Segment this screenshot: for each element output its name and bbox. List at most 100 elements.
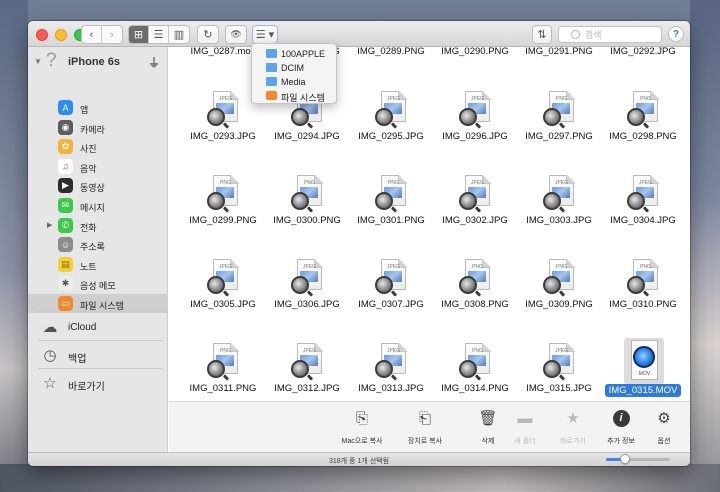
file-item[interactable]: IMG_0290.PNG — [433, 47, 517, 60]
sidebar-item-notes[interactable]: ▤ 노트 — [28, 255, 168, 274]
sidebar-item-contacts[interactable]: ☺ 주소록 — [28, 235, 168, 254]
status-bar: 318개 중 1개 선택됨 — [28, 452, 690, 466]
sidebar-item-messages[interactable]: ✉ 메시지 — [28, 196, 168, 215]
file-item[interactable]: JPEG IMG_0296.JPG — [433, 83, 517, 163]
refresh-button[interactable]: ↻ — [197, 25, 219, 44]
file-item[interactable]: JPEG IMG_0313.JPG — [349, 335, 433, 401]
star-icon: ★ — [566, 410, 580, 427]
file-item[interactable]: JPEG IMG_0307.JPG — [349, 251, 433, 331]
file-type-label: PNG — [640, 264, 651, 270]
gear-button[interactable]: ⚙ 옵션 — [636, 406, 690, 450]
file-item[interactable]: PNG IMG_0298.PNG — [601, 83, 685, 163]
sidebar-item-label: 메시지 — [80, 203, 105, 213]
usb-icon: ⏚ — [148, 56, 161, 70]
file-name: IMG_0301.PNG — [357, 215, 425, 226]
quicklook-button[interactable]: 👁 — [225, 25, 247, 44]
preview-magnifier-icon — [627, 192, 645, 210]
close-window-button[interactable] — [36, 29, 48, 41]
question-mark-icon: ? — [46, 50, 57, 71]
search-placeholder: 검색 — [585, 30, 602, 40]
preview-magnifier-icon — [207, 360, 225, 378]
copy-to-device-icon: ⎗ — [418, 409, 431, 427]
file-item[interactable]: JPEG IMG_0303.JPG — [517, 167, 601, 247]
sidebar-item-app-store[interactable]: A앱 — [28, 98, 168, 117]
file-item[interactable]: IMG_0292.JPG — [601, 47, 685, 60]
desktop-background-right — [690, 0, 720, 492]
list-view-button[interactable]: ☰ — [149, 26, 169, 43]
back-button[interactable]: ‹ — [82, 26, 102, 43]
file-item[interactable]: PNG IMG_0311.PNG — [181, 335, 265, 401]
zoom-slider[interactable] — [606, 454, 670, 464]
file-name-selected: IMG_0315.MOV — [604, 384, 682, 397]
action-label: Mac으로 복사 — [341, 438, 383, 445]
info-icon: i — [611, 408, 631, 428]
file-item[interactable]: PNG IMG_0314.PNG — [433, 335, 517, 401]
disclosure-triangle-icon[interactable]: ▼ — [34, 57, 42, 66]
sidebar-item-videos[interactable]: ▶ 동영상 — [28, 176, 168, 195]
file-item[interactable]: PNG IMG_0308.PNG — [433, 251, 517, 331]
file-type-label: MOV — [638, 371, 651, 377]
dropdown-item[interactable]: 100APPLE — [252, 47, 338, 61]
action-label: 옵션 — [657, 438, 671, 445]
sidebar-item-shortcuts[interactable]: ☆ 바로가기 — [28, 370, 168, 396]
file-item[interactable]: PNG IMG_0299.PNG — [181, 167, 265, 247]
help-button[interactable]: ? — [668, 26, 684, 42]
file-item[interactable]: PNG IMG_0300.PNG — [265, 167, 349, 247]
file-item[interactable]: JPEG IMG_0305.JPG — [181, 251, 265, 331]
file-type-label: JPEG — [386, 264, 401, 270]
sort-button[interactable]: ⇅ — [532, 25, 552, 44]
dropdown-item[interactable]: 파일 시스템 — [252, 89, 338, 103]
file-name: IMG_0293.JPG — [190, 131, 256, 142]
file-item[interactable]: PNG IMG_0297.PNG — [517, 83, 601, 163]
file-type-label: JPEG — [218, 264, 233, 270]
file-item[interactable]: PNG IMG_0309.PNG — [517, 251, 601, 331]
icon-view-button[interactable]: ⊞ — [129, 26, 149, 43]
file-item[interactable]: JPEG IMG_0312.JPG — [265, 335, 349, 401]
file-type-label: JPEG — [638, 180, 653, 186]
sidebar-item-label: 전화 — [80, 222, 97, 233]
preview-magnifier-icon — [459, 360, 477, 378]
folder-icon — [266, 77, 277, 86]
videos-icon: ▶ — [58, 178, 73, 194]
sidebar-item-backup[interactable]: ◷ 백업 — [28, 342, 168, 368]
sidebar-item-camera[interactable]: ◉ 카메라 — [28, 118, 168, 137]
sidebar-item-voice-memo[interactable]: ✱ 음성 메모 — [28, 274, 168, 293]
sidebar-item-icloud[interactable]: ☁ iCloud — [28, 314, 168, 340]
sidebar-item-phone[interactable]: ▶ ✆ 전화 — [28, 216, 168, 235]
forward-button[interactable]: › — [102, 26, 122, 43]
file-item[interactable]: PNG IMG_0301.PNG — [349, 167, 433, 247]
file-item[interactable]: JPEG IMG_0295.JPG — [349, 83, 433, 163]
file-item[interactable]: JPEG IMG_0302.JPG — [433, 167, 517, 247]
folder-icon — [266, 49, 277, 58]
file-item[interactable]: JPEG IMG_0306.JPG — [265, 251, 349, 331]
file-item[interactable]: JPEG IMG_0315.JPG — [517, 335, 601, 401]
dropdown-item[interactable]: Media — [252, 75, 338, 89]
file-item[interactable]: IMG_0289.PNG — [349, 47, 433, 60]
file-type-label: PNG — [304, 180, 315, 186]
dropdown-item[interactable]: DCIM — [252, 61, 338, 75]
column-view-button[interactable]: ▥ — [169, 26, 189, 43]
file-system-icon: ▭ — [58, 296, 73, 311]
sidebar-item-photos[interactable]: ✿ 사진 — [28, 137, 168, 156]
file-name: IMG_0315.MOV — [601, 384, 685, 397]
file-type-label: JPEG — [386, 96, 401, 102]
file-type-label: PNG — [220, 180, 231, 186]
file-item-selected[interactable]: MOV IMG_0315.MOV — [601, 335, 685, 401]
file-type-label: JPEG — [386, 348, 401, 354]
file-item[interactable]: PNG IMG_0310.PNG — [601, 251, 685, 331]
dropdown-item-label: 100APPLE — [281, 49, 326, 59]
minimize-window-button[interactable] — [55, 29, 67, 41]
file-item[interactable]: IMG_0291.PNG — [517, 47, 601, 60]
file-item[interactable]: JPEG IMG_0304.JPG — [601, 167, 685, 247]
sidebar-divider — [38, 368, 163, 369]
action-bar: ⎘ Mac으로 복사 ⎗ 장치로 복사 🗑 삭제 ▬ 새 폴더 ★ 바로가기 i 추가 정보 ⚙ 옵션 — [169, 401, 690, 452]
device-row[interactable]: ▼ ? iPhone 6s ⏚ — [28, 50, 168, 72]
copy-to-device-button[interactable]: ⎗ 장치로 복사 — [397, 406, 453, 450]
sidebar: ▼ ? iPhone 6s ⏚ A 앱 ◉ 카메라 ✿ 사진 ♫ 음악 ▶ 동영상 ✉ 메시지 ▶ ✆ 전화… — [28, 47, 168, 452]
path-menu-button[interactable]: ☰ ▾ — [252, 25, 278, 44]
disclosure-triangle-icon[interactable]: ▶ — [47, 221, 52, 229]
sidebar-item-music[interactable]: ♫ 음악 — [28, 157, 168, 176]
search-input[interactable]: 검색 — [558, 26, 662, 43]
copy-to-mac-icon: ⎘ — [355, 409, 368, 427]
copy-to-mac-button[interactable]: ⎘ Mac으로 복사 — [334, 406, 390, 450]
